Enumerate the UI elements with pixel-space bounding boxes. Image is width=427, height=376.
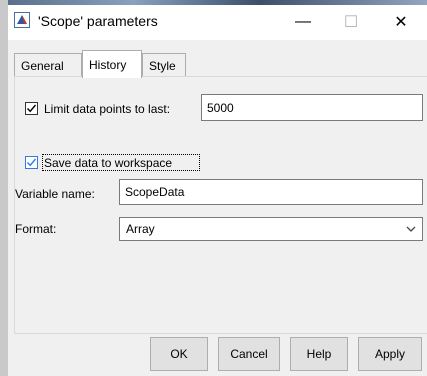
checkmark-icon — [26, 158, 37, 167]
ok-button[interactable]: OK — [150, 337, 208, 371]
limit-data-points-label: Limit data points to last: — [44, 102, 171, 116]
minimize-button[interactable]: — — [280, 6, 326, 38]
window-title: 'Scope' parameters — [38, 13, 158, 29]
limit-data-points-checkbox[interactable] — [25, 102, 38, 115]
close-button[interactable]: ✕ — [378, 6, 424, 38]
title-bar-accent — [8, 0, 427, 5]
limit-data-points-input[interactable]: 5000 — [201, 94, 423, 121]
apply-button[interactable]: Apply — [358, 337, 422, 371]
checkmark-icon — [26, 104, 37, 113]
format-selected-value: Array — [126, 222, 155, 236]
help-button[interactable]: Help — [290, 337, 348, 371]
title-bar[interactable]: 'Scope' parameters — ☐ ✕ — [8, 0, 427, 40]
scope-parameters-dialog: 'Scope' parameters — ☐ ✕ General History… — [0, 0, 427, 376]
maximize-button[interactable]: ☐ — [328, 6, 374, 38]
tab-style[interactable]: Style — [142, 53, 186, 77]
tab-general[interactable]: General — [14, 53, 82, 77]
save-to-workspace-checkbox[interactable] — [25, 156, 38, 169]
matlab-icon — [14, 12, 30, 28]
background-window-edge — [0, 0, 8, 376]
history-panel: Limit data points to last: 5000 Save dat… — [14, 76, 427, 334]
tab-history[interactable]: History — [82, 50, 142, 78]
format-label: Format: — [15, 222, 57, 236]
chevron-down-icon — [406, 226, 416, 232]
variable-name-input[interactable]: ScopeData — [119, 179, 423, 205]
cancel-button[interactable]: Cancel — [218, 337, 280, 371]
variable-name-label: Variable name: — [15, 187, 95, 201]
dialog-content: General History Style Limit data points … — [8, 40, 427, 376]
format-dropdown[interactable]: Array — [119, 217, 423, 241]
save-to-workspace-label: Save data to workspace — [44, 156, 173, 170]
